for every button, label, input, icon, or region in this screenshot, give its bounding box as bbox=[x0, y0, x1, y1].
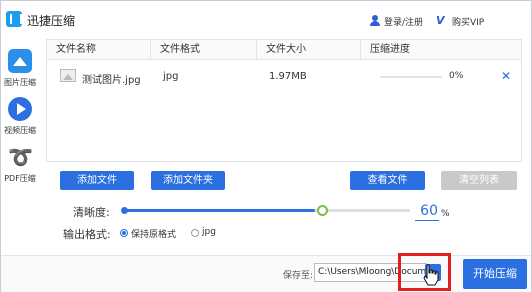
start-compress-button[interactable]: 开始压缩 bbox=[463, 259, 527, 289]
file-format: jpg bbox=[163, 71, 179, 82]
radio-jpg[interactable] bbox=[191, 229, 199, 237]
app-title: 迅捷压缩 bbox=[27, 14, 76, 28]
progress-bar bbox=[380, 76, 442, 78]
title-bar: 迅捷压缩 登录/注册 V 购买VIP bbox=[1, 1, 531, 39]
column-header-name: 文件名称 bbox=[47, 40, 151, 60]
sidebar-item-image-compress[interactable]: 图片压缩 bbox=[1, 49, 39, 88]
file-table: 文件名称 文件格式 文件大小 压缩进度 测试图片.jpg jpg 1.97MB … bbox=[46, 39, 522, 162]
login-register-link[interactable]: 登录/注册 bbox=[384, 15, 423, 28]
clarity-value-underline bbox=[415, 220, 439, 221]
table-row[interactable]: 测试图片.jpg jpg 1.97MB 0% ✕ bbox=[47, 63, 521, 91]
column-header-progress: 压缩进度 bbox=[370, 44, 410, 55]
sidebar-item-pdf-compress[interactable]: PDF压缩 bbox=[1, 145, 39, 184]
table-header: 文件名称 文件格式 文件大小 压缩进度 bbox=[47, 40, 521, 60]
file-name: 测试图片.jpg bbox=[82, 75, 141, 86]
image-file-icon bbox=[60, 69, 76, 82]
clarity-value[interactable]: 60 bbox=[420, 203, 438, 219]
sidebar-item-label: 图片压缩 bbox=[4, 78, 36, 87]
clarity-label: 清晰度: bbox=[73, 206, 110, 219]
clarity-unit: % bbox=[441, 209, 450, 219]
app-window: 迅捷压缩 登录/注册 V 购买VIP 图片压缩 视频压缩 PDF压缩 文件名称 … bbox=[0, 0, 532, 292]
app-logo-icon bbox=[6, 11, 22, 27]
radio-keep-format-label[interactable]: 保持原格式 bbox=[131, 227, 176, 240]
sidebar-item-label: PDF压缩 bbox=[4, 174, 36, 183]
sidebar-item-video-compress[interactable]: 视频压缩 bbox=[1, 97, 39, 136]
sidebar: 图片压缩 视频压缩 PDF压缩 bbox=[1, 39, 39, 255]
clarity-slider-handle[interactable] bbox=[317, 205, 328, 216]
column-header-size: 文件大小 bbox=[257, 40, 361, 60]
add-file-button[interactable]: 添加文件 bbox=[60, 171, 134, 190]
progress-percent: 0% bbox=[449, 71, 464, 81]
output-format-label: 输出格式: bbox=[63, 228, 111, 241]
remove-file-icon[interactable]: ✕ bbox=[501, 69, 511, 83]
column-header-format: 文件格式 bbox=[151, 40, 257, 60]
clarity-slider-fill bbox=[123, 209, 316, 212]
vip-icon[interactable]: V bbox=[436, 14, 445, 27]
user-icon[interactable] bbox=[370, 15, 380, 26]
pdf-icon bbox=[8, 145, 32, 169]
image-icon bbox=[8, 49, 32, 73]
save-to-label: 保存至: bbox=[283, 271, 314, 281]
sidebar-item-label: 视频压缩 bbox=[4, 126, 36, 135]
radio-keep-format[interactable] bbox=[120, 229, 128, 237]
buy-vip-link[interactable]: 购买VIP bbox=[452, 15, 484, 28]
clarity-slider[interactable] bbox=[123, 209, 410, 212]
file-size: 1.97MB bbox=[269, 71, 307, 82]
radio-jpg-label[interactable]: jpg bbox=[202, 227, 216, 237]
clarity-slider-start bbox=[121, 207, 128, 214]
add-folder-button[interactable]: 添加文件夹 bbox=[151, 171, 225, 190]
view-file-button[interactable]: 查看文件 bbox=[350, 171, 425, 190]
video-play-icon bbox=[8, 97, 32, 121]
bottom-bar bbox=[1, 255, 531, 292]
clear-list-button[interactable]: 清空列表 bbox=[441, 171, 517, 190]
hand-cursor-icon bbox=[423, 264, 439, 286]
